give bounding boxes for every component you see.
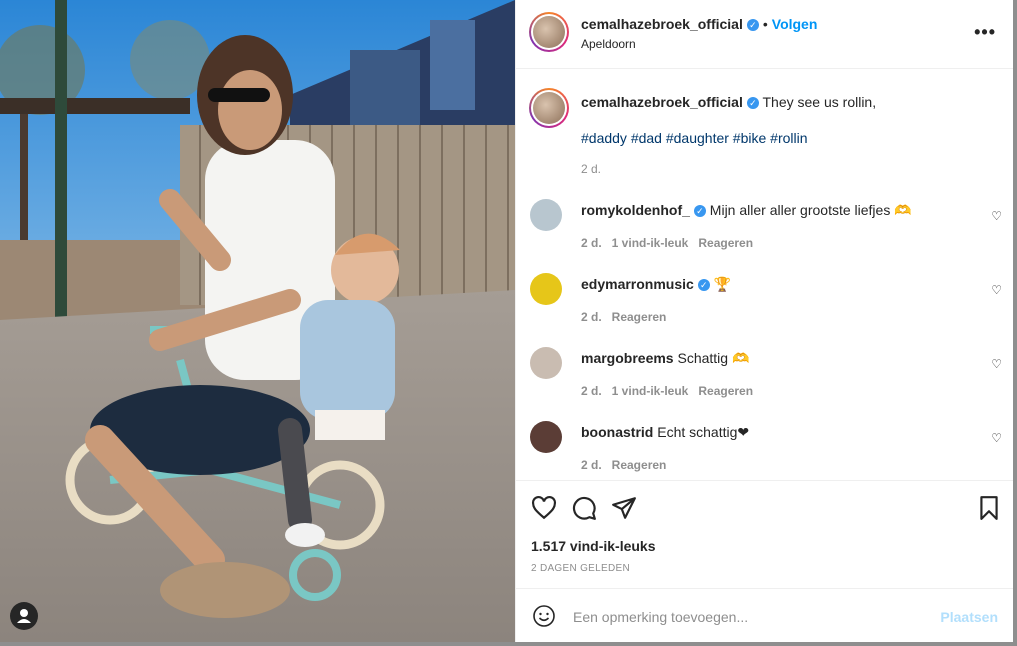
comment-meta: 2 d. 1 vind-ik-leuk Reageren: [581, 236, 763, 250]
post-header: cemalhazebroek_official ✓ • Volgen Apeldoor…: [516, 0, 1013, 69]
reply-button[interactable]: Reageren: [698, 236, 753, 250]
caption-age[interactable]: 2 d.: [581, 162, 601, 176]
separator-dot: •: [762, 16, 768, 32]
comment-age[interactable]: 2 d.: [581, 236, 602, 250]
comment-username[interactable]: margobreems: [581, 350, 674, 366]
verified-badge-icon: ✓: [697, 279, 710, 291]
post-date[interactable]: 2 DAGEN GELEDEN: [531, 563, 630, 574]
comment-meta: 2 d. 1 vind-ik-leuk Reageren: [581, 384, 763, 398]
comment-username[interactable]: romykoldenhof_: [581, 202, 690, 218]
like-comment-heart-icon[interactable]: ♡: [991, 357, 1002, 371]
comment-meta: 2 d. Reageren: [581, 458, 676, 472]
reply-button[interactable]: Reageren: [698, 384, 753, 398]
tagged-user-icon[interactable]: [10, 602, 38, 630]
like-comment-heart-icon[interactable]: ♡: [991, 431, 1002, 445]
comment: boonastrid Echt schattig❤: [581, 423, 961, 441]
comment-avatar[interactable]: [530, 273, 562, 305]
verified-badge-icon: ✓: [746, 97, 759, 109]
comment-username[interactable]: boonastrid: [581, 424, 653, 440]
comment-likes[interactable]: 1 vind-ik-leuk: [612, 236, 689, 250]
comment-text: Schattig 🫶: [677, 350, 750, 366]
comment-avatar[interactable]: [530, 421, 562, 453]
post-modal: cemalhazebroek_official ✓ • Volgen Apeldoor…: [0, 0, 1013, 642]
photo-illustration: [0, 0, 515, 642]
like-heart-icon[interactable]: [531, 495, 557, 521]
post-comment-button[interactable]: Plaatsen: [940, 609, 998, 625]
reply-button[interactable]: Reageren: [612, 458, 667, 472]
comment-likes[interactable]: 1 vind-ik-leuk: [612, 384, 689, 398]
share-icon[interactable]: [611, 495, 637, 521]
comment-meta: 2 d. Reageren: [581, 310, 676, 324]
post-panel: cemalhazebroek_official ✓ • Volgen Apeldoor…: [515, 0, 1013, 642]
comment: romykoldenhof_ ✓ Mijn aller aller grootst…: [581, 201, 961, 219]
post-photo[interactable]: [0, 0, 515, 642]
comment-age[interactable]: 2 d.: [581, 458, 602, 472]
comment-age[interactable]: 2 d.: [581, 384, 602, 398]
author-username[interactable]: cemalhazebroek_official: [581, 16, 743, 32]
comment-text: Mijn aller aller grootste liefjes 🫶: [709, 202, 912, 218]
comment-text: 🏆: [713, 276, 732, 292]
location-link[interactable]: Apeldoorn: [581, 37, 636, 51]
emoji-icon[interactable]: [532, 604, 556, 628]
comments-list[interactable]: cemalhazebroek_official ✓ They see us rol…: [516, 69, 1013, 480]
comment-icon[interactable]: [571, 495, 597, 521]
comment-text: Echt schattig❤: [657, 424, 750, 440]
author-avatar[interactable]: [529, 12, 569, 52]
comment-avatar[interactable]: [530, 347, 562, 379]
save-bookmark-icon[interactable]: [976, 495, 1002, 521]
follow-button[interactable]: Volgen: [772, 16, 818, 32]
verified-badge-icon: ✓: [693, 205, 706, 217]
caption-author-avatar[interactable]: [529, 88, 569, 128]
like-comment-heart-icon[interactable]: ♡: [991, 283, 1002, 297]
like-count[interactable]: 1.517 vind-ik-leuks: [531, 538, 656, 554]
more-options-icon[interactable]: •••: [974, 22, 996, 43]
comment-input[interactable]: [571, 601, 915, 633]
comment-avatar[interactable]: [530, 199, 562, 231]
verified-badge-icon: ✓: [746, 19, 759, 31]
like-comment-heart-icon[interactable]: ♡: [991, 209, 1002, 223]
caption-text: They see us rollin,: [762, 94, 877, 110]
action-bar: 1.517 vind-ik-leuks 2 DAGEN GELEDEN: [516, 480, 1013, 589]
comment: edymarronmusic ✓ 🏆: [581, 275, 961, 293]
caption-username[interactable]: cemalhazebroek_official: [581, 94, 743, 110]
reply-button[interactable]: Reageren: [612, 310, 667, 324]
comment-username[interactable]: edymarronmusic: [581, 276, 694, 292]
comment-age[interactable]: 2 d.: [581, 310, 602, 324]
caption-hashtags[interactable]: #daddy #dad #daughter #bike #rollin: [581, 129, 961, 147]
add-comment-bar: Plaatsen: [516, 588, 1013, 642]
caption: cemalhazebroek_official ✓ They see us rol…: [581, 93, 961, 111]
author-line: cemalhazebroek_official ✓ • Volgen: [581, 16, 817, 34]
comment: margobreems Schattig 🫶: [581, 349, 961, 367]
